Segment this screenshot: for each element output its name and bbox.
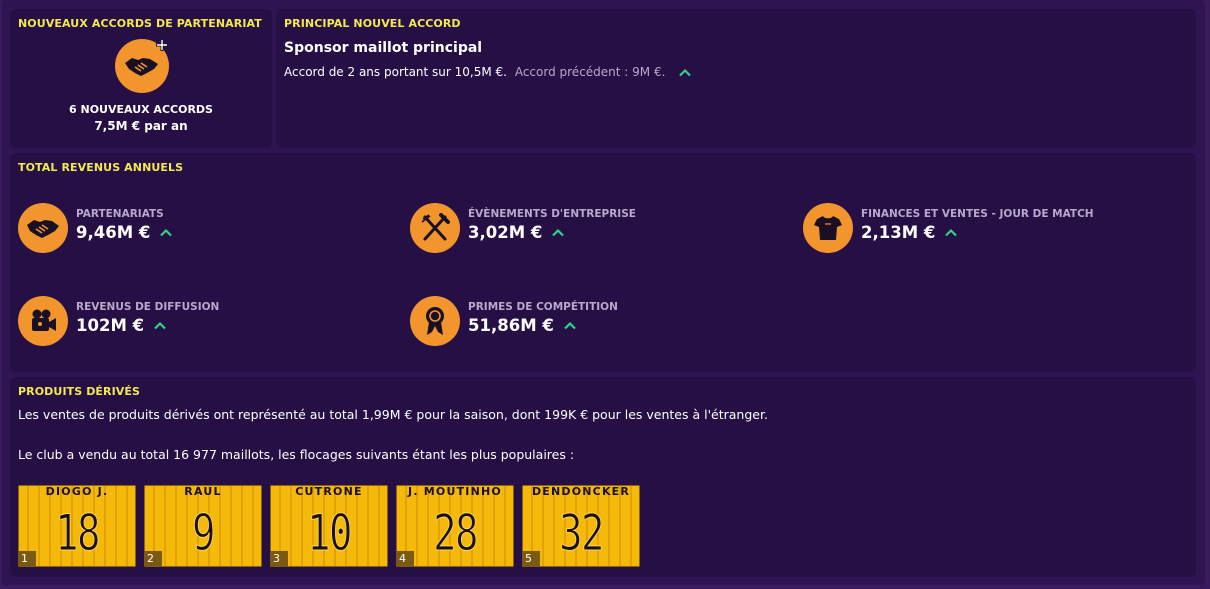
- trend-up-icon: [564, 321, 576, 329]
- revenue-value: 51,86M €: [468, 316, 576, 335]
- main-deal-title: PRINCIPAL NOUVEL ACCORD: [284, 17, 461, 30]
- jersey-number: 10: [307, 504, 353, 563]
- annual-revenue-panel: TOTAL REVENUS ANNUELS PARTENARIATS 9,46M…: [10, 153, 1196, 372]
- jersey-name: RAUL: [184, 485, 222, 498]
- revenue-value: 2,13M €: [861, 223, 958, 242]
- revenue-label: ÉVÈNEMENTS D'ENTREPRISE: [468, 208, 636, 220]
- revenue-item-partnerships: PARTENARIATS 9,46M €: [18, 203, 318, 253]
- main-deal-previous: Accord précédent : 9M €.: [514, 65, 666, 79]
- jersey-number: 28: [433, 504, 479, 563]
- main-deal-detail: Accord de 2 ans portant sur 10,5M €.: [284, 65, 507, 79]
- shirt-icon: [803, 203, 853, 253]
- jersey-rank: 3: [270, 551, 288, 567]
- main-deal-panel: PRINCIPAL NOUVEL ACCORD Sponsor maillot …: [276, 9, 1196, 148]
- trend-up-icon: [552, 228, 565, 236]
- merch-sales-text: Les ventes de produits dérivés ont repré…: [18, 407, 768, 422]
- jersey-rank: 4: [396, 551, 414, 567]
- merch-shirts-text: Le club a vendu au total 16 977 maillots…: [18, 447, 575, 462]
- trend-up-icon: [945, 228, 958, 236]
- main-deal-heading: Sponsor maillot principal: [284, 40, 483, 56]
- jersey-number: 32: [559, 504, 605, 563]
- jersey-card[interactable]: DIOGO J. 18 1: [18, 485, 136, 567]
- revenue-amount: 2,13M €: [861, 223, 936, 242]
- jersey-card[interactable]: J. MOUTINHO 28 4: [396, 485, 514, 567]
- jersey-name: DENDONCKER: [531, 485, 631, 498]
- jersey-rank: 2: [144, 551, 162, 567]
- trend-up-icon: [679, 68, 692, 77]
- new-partnerships-title: NOUVEAUX ACCORDS DE PARTENARIAT: [18, 17, 262, 30]
- finance-overview: NOUVEAUX ACCORDS DE PARTENARIAT 6 NOUVEA…: [2, 0, 1205, 585]
- revenue-value: 9,46M €: [76, 223, 173, 242]
- jersey-number: 18: [55, 504, 101, 563]
- annual-revenue-title: TOTAL REVENUS ANNUELS: [18, 161, 184, 174]
- trend-up-icon: [160, 228, 173, 236]
- new-deals-count: 6 NOUVEAUX ACCORDS: [69, 103, 213, 116]
- jersey-name: J. MOUTINHO: [408, 485, 502, 498]
- revenue-item-prize-money: PRIMES DE COMPÉTITION 51,86M €: [410, 296, 790, 346]
- revenue-item-corporate-events: ÉVÈNEMENTS D'ENTREPRISE 3,02M €: [410, 203, 790, 253]
- plus-icon: [156, 39, 168, 51]
- jersey-name: DIOGO J.: [45, 485, 109, 498]
- new-deals-amount: 7,5M € par an: [94, 119, 188, 133]
- jersey-card[interactable]: CUTRONE 10 3: [270, 485, 388, 567]
- revenue-label: PRIMES DE COMPÉTITION: [468, 301, 618, 313]
- medal-icon: [410, 296, 460, 346]
- jersey-rank: 1: [18, 551, 36, 567]
- jersey-rank: 5: [522, 551, 540, 567]
- revenue-item-broadcast: REVENUS DE DIFFUSION 102M €: [18, 296, 318, 346]
- revenue-item-matchday: FINANCES ET VENTES - JOUR DE MATCH 2,13M…: [803, 203, 1183, 253]
- revenue-value: 3,02M €: [468, 223, 565, 242]
- revenue-value: 102M €: [76, 316, 166, 335]
- jersey-number: 9: [192, 504, 216, 563]
- merchandise-title: PRODUITS DÉRIVÉS: [18, 385, 141, 398]
- revenue-amount: 3,02M €: [468, 223, 543, 242]
- revenue-amount: 9,46M €: [76, 223, 151, 242]
- revenue-label: PARTENARIATS: [76, 208, 164, 220]
- revenue-label: FINANCES ET VENTES - JOUR DE MATCH: [861, 208, 1094, 220]
- main-deal-line: Accord de 2 ans portant sur 10,5M €. Acc…: [284, 65, 692, 79]
- jersey-card[interactable]: DENDONCKER 32 5: [522, 485, 640, 567]
- jersey-name: CUTRONE: [295, 485, 363, 498]
- new-partnerships-panel: NOUVEAUX ACCORDS DE PARTENARIAT 6 NOUVEA…: [10, 9, 272, 148]
- fork-knife-icon: [410, 203, 460, 253]
- trend-up-icon: [154, 321, 166, 329]
- jersey-card[interactable]: RAUL 9 2: [144, 485, 262, 567]
- revenue-amount: 102M €: [76, 316, 145, 335]
- revenue-amount: 51,86M €: [468, 316, 554, 335]
- camera-icon: [18, 296, 68, 346]
- handshake-icon: [18, 203, 68, 253]
- revenue-label: REVENUS DE DIFFUSION: [76, 301, 220, 313]
